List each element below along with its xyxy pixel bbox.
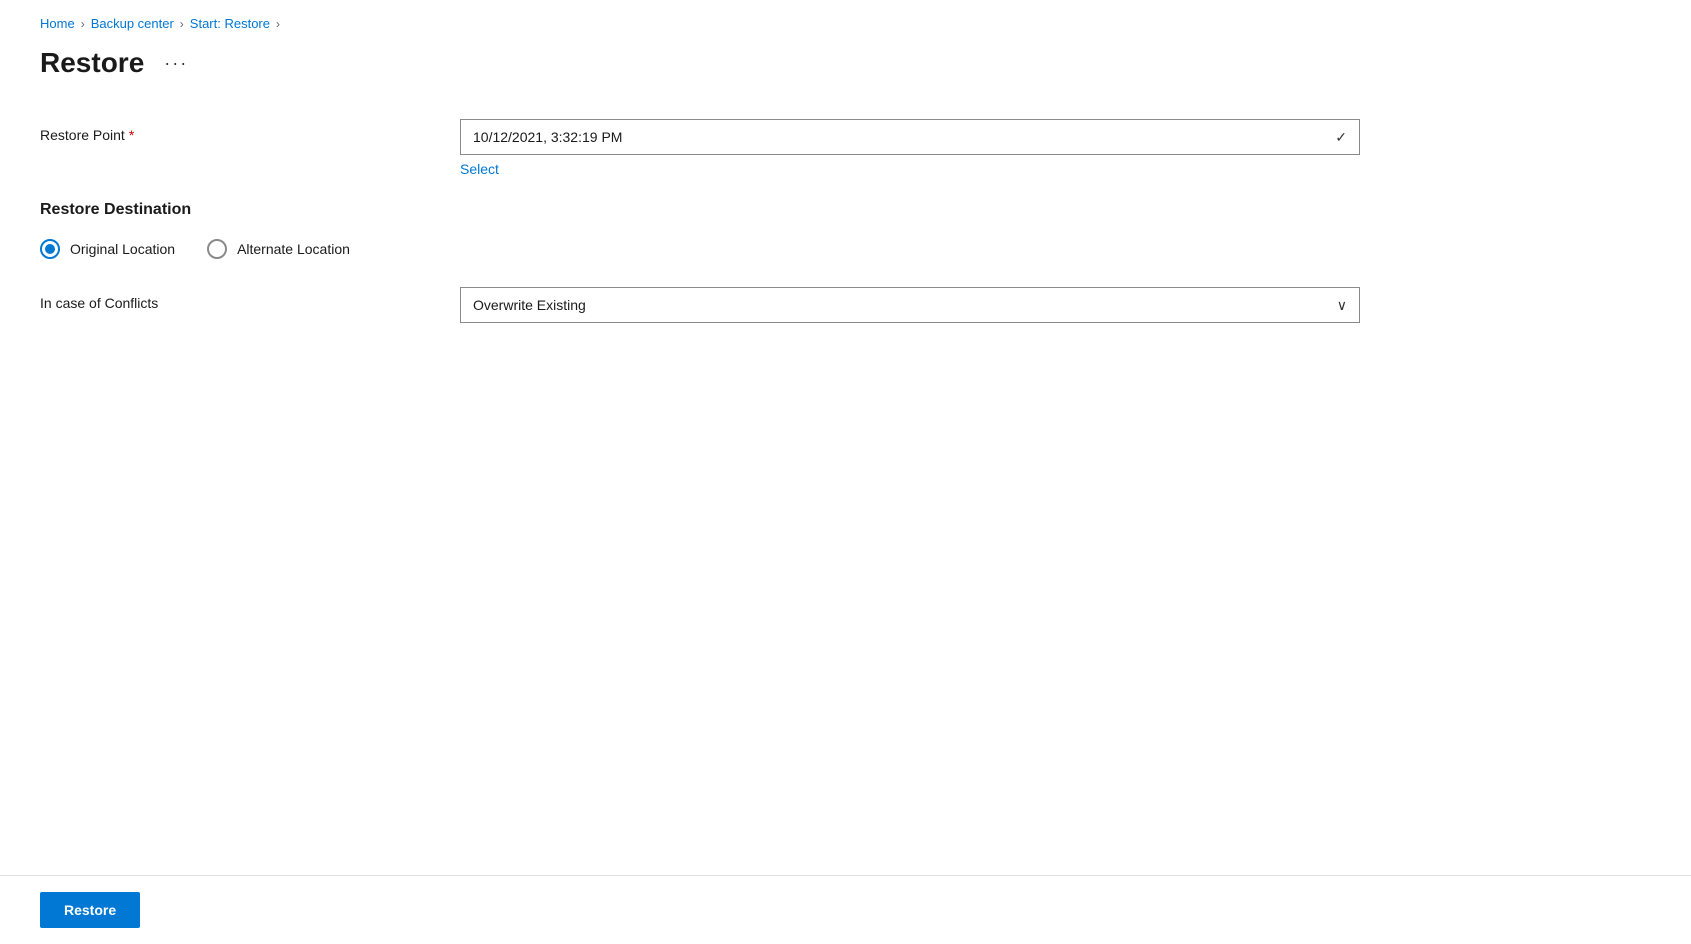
destination-radio-group: Original Location Alternate Location: [40, 239, 1651, 259]
breadcrumb: Home › Backup center › Start: Restore ›: [40, 16, 1651, 31]
original-location-label: Original Location: [70, 241, 175, 257]
restore-button[interactable]: Restore: [40, 892, 140, 928]
restore-point-row: Restore Point* 10/12/2021, 3:32:19 PM ✓ …: [40, 119, 1651, 177]
required-indicator: *: [129, 127, 134, 143]
breadcrumb-separator-1: ›: [81, 17, 85, 31]
restore-destination-heading: Restore Destination: [40, 201, 1651, 219]
conflicts-chevron-icon: ∨: [1337, 297, 1347, 314]
conflicts-dropdown[interactable]: Overwrite Existing ∨: [460, 287, 1360, 323]
radio-inner-dot: [45, 244, 55, 254]
breadcrumb-separator-2: ›: [180, 17, 184, 31]
more-options-button[interactable]: ···: [156, 49, 196, 78]
restore-point-label: Restore Point*: [40, 119, 460, 143]
conflicts-label: In case of Conflicts: [40, 287, 460, 311]
conflicts-value: Overwrite Existing: [473, 297, 586, 313]
breadcrumb-start-restore[interactable]: Start: Restore: [190, 16, 270, 31]
restore-point-select-link[interactable]: Select: [460, 161, 1360, 177]
checkmark-icon: ✓: [1335, 129, 1347, 146]
restore-point-dropdown[interactable]: 10/12/2021, 3:32:19 PM ✓: [460, 119, 1360, 155]
main-content: Home › Backup center › Start: Restore › …: [0, 0, 1691, 875]
breadcrumb-home[interactable]: Home: [40, 16, 75, 31]
restore-destination-section: Restore Destination Original Location Al…: [40, 201, 1651, 323]
page-title: Restore: [40, 47, 144, 79]
page-title-row: Restore ···: [40, 47, 1651, 79]
original-location-radio[interactable]: [40, 239, 60, 259]
alternate-location-radio[interactable]: [207, 239, 227, 259]
breadcrumb-separator-3: ›: [276, 17, 280, 31]
alternate-location-label: Alternate Location: [237, 241, 350, 257]
breadcrumb-backup-center[interactable]: Backup center: [91, 16, 174, 31]
footer-bar: Restore: [0, 875, 1691, 944]
alternate-location-option[interactable]: Alternate Location: [207, 239, 350, 259]
restore-point-control-wrapper: 10/12/2021, 3:32:19 PM ✓ Select: [460, 119, 1360, 177]
conflicts-control-wrapper: Overwrite Existing ∨: [460, 287, 1360, 323]
conflicts-row: In case of Conflicts Overwrite Existing …: [40, 287, 1651, 323]
restore-point-value: 10/12/2021, 3:32:19 PM: [473, 129, 622, 145]
original-location-option[interactable]: Original Location: [40, 239, 175, 259]
